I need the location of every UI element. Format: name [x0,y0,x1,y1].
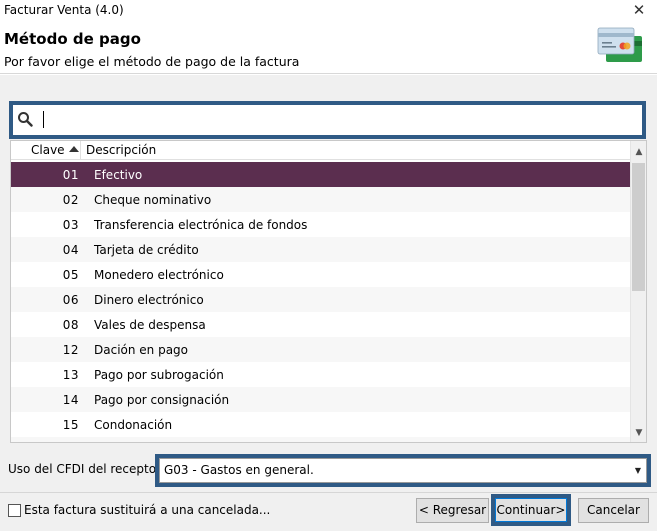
cell-descripcion: Monedero electrónico [94,268,224,282]
continue-highlight: Continuar> [491,494,571,526]
cell-clave: 02 [62,193,79,207]
table-row[interactable]: 02 Cheque nominativo [11,187,631,212]
table-row[interactable]: 04 Tarjeta de crédito [11,237,631,262]
cell-clave: 01 [62,168,79,182]
payment-method-table: Clave Descripción 01 Efectivo 02 Cheque nom… [10,140,647,443]
cell-clave: 15 [62,418,79,432]
cancel-button[interactable]: Cancelar [578,498,649,523]
scroll-up-icon[interactable]: ▲ [631,144,646,161]
cell-clave: 13 [62,368,79,382]
text-caret [43,111,44,128]
page-subtitle: Por favor elige el método de pago de la … [4,54,300,69]
uso-cfdi-selected-value: G03 - Gastos en general. [164,463,314,477]
table-row[interactable]: 15 Condonación [11,412,631,437]
column-header-clave-label: Clave [31,143,65,157]
cell-descripcion: Pago por consignación [94,393,230,407]
cell-descripcion: Dinero electrónico [94,293,204,307]
title-bar: Facturar Venta (4.0) ✕ [0,0,657,22]
scrollbar-thumb[interactable] [632,163,645,291]
cell-descripcion: Transferencia electrónica de fondos [94,218,308,232]
sort-ascending-icon [68,146,79,152]
close-icon[interactable]: ✕ [631,1,647,19]
main-panel: Clave Descripción 01 Efectivo 02 Cheque nom… [0,75,657,531]
search-icon [18,112,33,127]
cell-descripcion: Dación en pago [94,343,189,357]
table-row[interactable]: 12 Dación en pago [11,337,631,362]
back-button[interactable]: < Regresar [416,498,489,523]
uso-cfdi-label: Uso del CFDI del receptor: [8,462,165,476]
cell-descripcion: Cheque nominativo [94,193,212,207]
credit-cards-icon [597,27,642,62]
cell-descripcion: Pago por subrogación [94,368,224,382]
table-row[interactable]: 17Compensación [11,437,631,442]
window-title: Facturar Venta (4.0) [4,3,124,17]
vertical-scrollbar[interactable]: ▲ ▼ [630,141,646,442]
cell-clave: 05 [62,268,79,282]
cell-clave: 08 [62,318,79,332]
uso-cfdi-highlight: G03 - Gastos en general. ▼ [155,454,651,487]
column-header-clave[interactable]: Clave [11,141,81,160]
chevron-down-icon[interactable]: ▼ [630,459,646,482]
cell-clave: 12 [62,343,79,357]
cell-descripcion: Tarjeta de crédito [94,243,199,257]
wizard-header: Método de pago Por favor elige el método… [0,22,657,74]
cell-descripcion: Efectivo [94,168,143,182]
table-row[interactable]: 14 Pago por consignación [11,387,631,412]
table-row[interactable]: 03 Transferencia electrónica de fondos [11,212,631,237]
page-title: Método de pago [4,30,141,48]
cell-clave: 14 [62,393,79,407]
search-input[interactable] [39,108,637,132]
table-header: Clave Descripción [11,141,631,160]
scroll-down-icon[interactable]: ▼ [631,425,646,442]
cell-descripcion: Condonación [94,418,173,432]
table-body: 01 Efectivo 02 Cheque nominativo 03 Transfere… [11,162,631,442]
table-row[interactable]: 01 Efectivo [11,162,631,187]
cell-clave: 03 [62,218,79,232]
cell-clave: 04 [62,243,79,257]
continue-button[interactable]: Continuar> [495,498,567,522]
cell-clave: 06 [62,293,79,307]
uso-cfdi-select[interactable]: G03 - Gastos en general. ▼ [159,458,647,483]
checkbox-box[interactable] [8,504,21,517]
table-row[interactable]: 06 Dinero electrónico [11,287,631,312]
table-row[interactable]: 13 Pago por subrogación [11,362,631,387]
column-header-descripcion[interactable]: Descripción [86,143,156,157]
table-row[interactable]: 05 Monedero electrónico [11,262,631,287]
table-row[interactable]: 08 Vales de despensa [11,312,631,337]
search-box [9,101,646,139]
checkbox-label[interactable]: Esta factura sustituirá a una cancelada.… [24,503,270,517]
footer-divider [0,492,657,493]
cell-descripcion: Vales de despensa [94,318,206,332]
